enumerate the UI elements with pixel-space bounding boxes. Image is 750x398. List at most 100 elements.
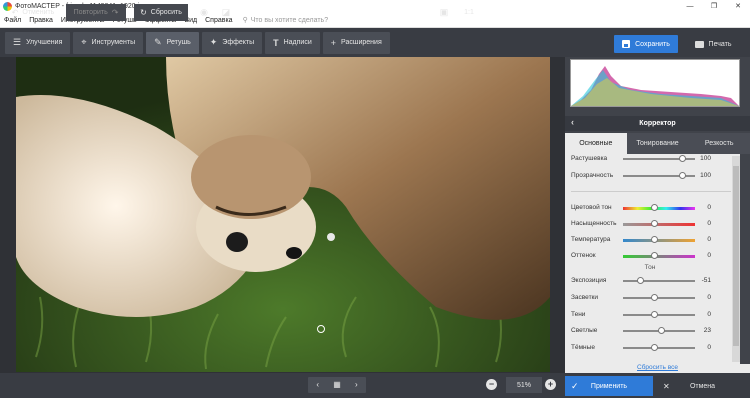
slider-track[interactable] xyxy=(623,280,695,282)
save-label: Сохранить xyxy=(635,40,670,48)
next-image-icon[interactable]: › xyxy=(347,377,366,393)
slider-value: 100 xyxy=(700,155,711,162)
back-arrow-icon[interactable]: ‹ xyxy=(571,117,574,127)
tab-text[interactable]: T Надписи xyxy=(265,31,320,54)
brush-icon: ✎ xyxy=(154,37,162,47)
print-button[interactable]: Печать xyxy=(682,35,744,53)
compare-icon[interactable]: ◪ xyxy=(218,4,234,21)
redo-label: Повторить xyxy=(73,9,108,16)
minimize-button[interactable]: — xyxy=(678,0,702,13)
cancel-button[interactable]: ✕ Отмена xyxy=(655,376,750,396)
photo-canvas[interactable] xyxy=(16,57,550,372)
printer-icon xyxy=(694,40,704,48)
ratio-button[interactable]: 1:1 xyxy=(460,4,478,21)
close-icon: ✕ xyxy=(663,381,670,391)
redo-button[interactable]: Повторить ↷ xyxy=(66,4,126,21)
slider-knob[interactable] xyxy=(651,220,658,227)
slider-track[interactable] xyxy=(623,255,695,258)
slider-knob[interactable] xyxy=(651,294,658,301)
folder-icon[interactable]: ▦ xyxy=(327,377,346,393)
tab-extensions[interactable]: + Расширения xyxy=(322,31,390,54)
zoom-level[interactable]: 51% xyxy=(506,377,542,393)
slider-knob[interactable] xyxy=(679,155,686,162)
slider-label: Засветки xyxy=(571,294,599,301)
app-window: ФотоМАСТЕР - friends-1149841_1920.jpg — … xyxy=(0,0,750,398)
tab-enhancements[interactable]: ☰ Улучшения xyxy=(5,31,71,54)
reset-button[interactable]: ↻ Сбросить xyxy=(134,4,188,21)
eye-icon[interactable]: ◉ xyxy=(196,4,212,21)
tab-label: Надписи xyxy=(283,39,312,46)
maximize-button[interactable]: ❐ xyxy=(702,0,726,13)
panel-scrollbar[interactable] xyxy=(732,156,740,362)
bottom-bar xyxy=(0,373,565,398)
slider-temperature[interactable]: Температура 0 xyxy=(565,235,735,247)
slider-knob[interactable] xyxy=(651,344,658,351)
slider-track[interactable] xyxy=(623,239,695,242)
slider-knob[interactable] xyxy=(658,327,665,334)
fit-screen-icon[interactable]: ▣ xyxy=(436,4,452,21)
tab-label: Эффекты xyxy=(222,39,255,46)
slider-knob[interactable] xyxy=(651,236,658,243)
zoom-out-icon[interactable]: − xyxy=(486,379,497,390)
slider-label: Цветовой тон xyxy=(571,204,612,211)
apply-button[interactable]: ✓ Применить xyxy=(565,376,653,396)
slider-knob[interactable] xyxy=(651,204,658,211)
search-icon: ⚲ xyxy=(242,17,248,24)
slider-label: Температура xyxy=(571,236,611,243)
magic-wand-icon: ✦ xyxy=(209,37,218,47)
tab-label: Улучшения xyxy=(26,39,63,46)
slider-label: Тени xyxy=(571,311,586,318)
slider-highlights[interactable]: Засветки 0 xyxy=(565,293,735,305)
tab-tools[interactable]: ⌖ Инструменты xyxy=(73,31,144,54)
text-icon: T xyxy=(273,37,279,48)
slider-knob[interactable] xyxy=(637,277,644,284)
undo-icon: ↶ xyxy=(11,8,19,17)
slider-track[interactable] xyxy=(623,207,695,210)
slider-track[interactable] xyxy=(623,297,695,299)
checkmark-icon: ✓ xyxy=(571,380,579,391)
slider-track[interactable] xyxy=(623,223,695,226)
slider-knob[interactable] xyxy=(651,252,658,259)
slider-value: 23 xyxy=(703,327,711,334)
prev-image-icon[interactable]: ‹ xyxy=(308,377,327,393)
crop-icon: ⌖ xyxy=(81,37,87,47)
undo-label: Отменить xyxy=(22,9,55,16)
slider-darks[interactable]: Тёмные 0 xyxy=(565,343,735,355)
slider-track[interactable] xyxy=(623,314,695,316)
slider-knob[interactable] xyxy=(651,311,658,318)
slider-shadows[interactable]: Тени 0 xyxy=(565,310,735,322)
search-input[interactable] xyxy=(250,16,371,24)
undo-button[interactable]: ↶ Отменить xyxy=(6,4,60,21)
slider-exposure[interactable]: Экспозиция -51 xyxy=(565,276,735,288)
slider-feather[interactable]: Растушевка 100 xyxy=(565,154,735,166)
plus-icon: + xyxy=(330,37,337,48)
slider-label: Экспозиция xyxy=(571,277,607,284)
tab-label: Расширения xyxy=(341,39,382,46)
corrector-subtabs: Основные Тонирование Резкость xyxy=(565,133,750,154)
sliders-icon: ☰ xyxy=(13,37,22,47)
subtab-basic[interactable]: Основные xyxy=(565,133,627,154)
reset-all-link[interactable]: Сбросить все xyxy=(565,364,750,373)
slider-lights[interactable]: Светлые 23 xyxy=(565,326,735,338)
slider-saturation[interactable]: Насыщенность 0 xyxy=(565,219,735,231)
subtab-toning[interactable]: Тонирование xyxy=(626,133,689,154)
slider-knob[interactable] xyxy=(679,172,686,179)
slider-tint[interactable]: Оттенок 0 xyxy=(565,251,735,263)
slider-value: 0 xyxy=(707,236,711,243)
tab-label: Ретушь xyxy=(166,39,191,46)
scrollbar-thumb[interactable] xyxy=(733,166,739,346)
search-box: ⚲ xyxy=(243,16,371,24)
zoom-in-icon[interactable]: + xyxy=(545,379,556,390)
reset-icon: ↻ xyxy=(140,8,147,17)
tab-retouch[interactable]: ✎ Ретушь xyxy=(146,31,199,54)
slider-opacity[interactable]: Прозрачность 100 xyxy=(565,171,735,183)
slider-hue[interactable]: Цветовой тон 0 xyxy=(565,203,735,215)
slider-value: 100 xyxy=(700,172,711,179)
slider-value: 0 xyxy=(707,294,711,301)
slider-track[interactable] xyxy=(623,347,695,349)
save-button[interactable]: Сохранить xyxy=(614,35,678,53)
subtab-sharpness[interactable]: Резкость xyxy=(688,133,750,154)
close-button[interactable]: ✕ xyxy=(726,0,750,13)
corrector-title: Корректор xyxy=(639,120,676,127)
tab-effects[interactable]: ✦ Эффекты xyxy=(201,31,263,54)
